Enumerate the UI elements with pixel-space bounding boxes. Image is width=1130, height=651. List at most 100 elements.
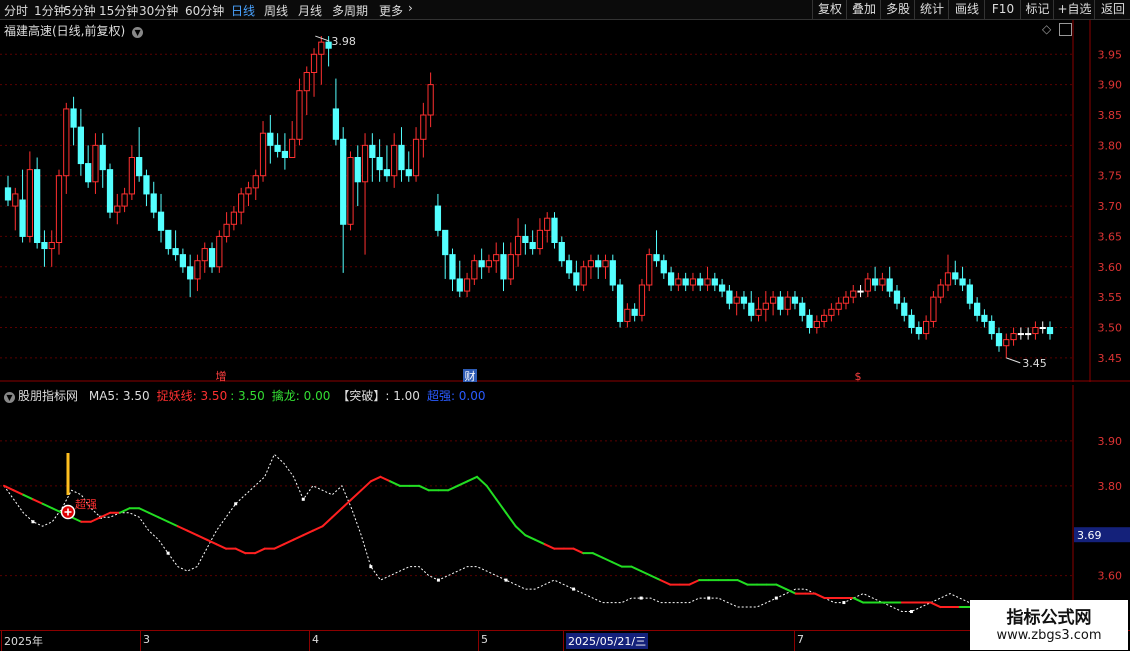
period-toolbar: 分时 1分钟 5分钟 15分钟 30分钟 60分钟 日线 周线 月线 多周期 更多 › 复权 叠加 多股 统计… — [0, 0, 1130, 20]
dotted-line-node — [234, 502, 238, 506]
date-label-2: 4 — [312, 633, 319, 646]
candle-body — [835, 302, 842, 310]
ma-segment — [524, 534, 536, 541]
period-tab-6[interactable]: 日线 — [231, 2, 255, 19]
high-price-label: 3.98 — [331, 35, 356, 48]
candle-body — [631, 308, 638, 316]
candle-body — [514, 235, 522, 256]
candle-body — [755, 308, 762, 316]
ma-segment — [282, 538, 295, 546]
indicator-value-5: 超强: 0.00 — [426, 389, 486, 403]
period-tab-9[interactable]: 多周期 — [332, 2, 368, 19]
candle-body — [777, 296, 784, 310]
date-label-0: 2025年 — [4, 635, 43, 648]
candle-body — [143, 175, 150, 195]
ma-segment — [630, 565, 643, 573]
candle-body — [165, 229, 172, 250]
ma-segment — [572, 547, 585, 555]
ma-segment — [89, 516, 102, 523]
candle-body — [172, 248, 179, 256]
indicator-chart[interactable]: 3.90 3.80 3.60 3.69 超强 — [0, 385, 1130, 630]
period-tab-10[interactable]: 更多 — [379, 2, 403, 19]
dotted-line-node — [707, 596, 711, 600]
chevron-down-icon[interactable]: ▼ — [132, 27, 144, 38]
candle-body — [485, 260, 493, 268]
panel-toggle-icon[interactable] — [1059, 23, 1072, 36]
candle-body — [1010, 333, 1017, 341]
candle-body — [230, 211, 238, 225]
indicator-header: ▼ 股朋指标网 MA5: 3.50 捉妖线: 3.50: 3.50 擒龙: 0.00 【… — [4, 387, 486, 404]
event-marker-2[interactable]: $ — [855, 370, 862, 383]
candle-body — [318, 41, 325, 55]
candle-body — [70, 108, 77, 128]
ma-segment — [775, 583, 787, 591]
toolbar-button-0[interactable]: 复权 — [812, 0, 847, 19]
candle-body — [4, 187, 12, 201]
candle-body — [784, 296, 791, 310]
toolbar-button-3[interactable]: 统计 — [914, 0, 949, 19]
period-tab-0[interactable]: 分时 — [4, 2, 28, 19]
ma-segment — [466, 475, 479, 483]
candle-body — [799, 302, 806, 316]
period-tab-2[interactable]: 5分钟 — [64, 2, 96, 19]
indicator-tick-label: 3.60 — [1098, 570, 1123, 583]
candle-body — [624, 308, 631, 322]
toolbar-button-7[interactable]: +自选 — [1053, 0, 1095, 19]
ma-segment — [302, 529, 314, 537]
period-tab-1[interactable]: 1分钟 — [34, 2, 66, 19]
candle-body — [391, 144, 398, 177]
period-tab-3[interactable]: 15分钟 — [99, 2, 138, 19]
chevron-down-icon[interactable]: ▼ — [4, 392, 15, 403]
candle-body — [434, 205, 442, 231]
toolbar-button-4[interactable]: 画线 — [948, 0, 985, 19]
date-separator — [794, 631, 795, 651]
ma-segment — [485, 484, 498, 501]
period-tab-8[interactable]: 月线 — [298, 2, 322, 19]
ma-segment — [591, 552, 604, 559]
candle-body — [544, 217, 551, 231]
ma-segment — [22, 493, 34, 501]
diamond-icon[interactable]: ◇ — [1042, 22, 1051, 36]
candle-body — [1003, 339, 1010, 347]
ma-segment — [688, 579, 701, 586]
toolbar-button-5[interactable]: F10 — [984, 0, 1021, 19]
period-tab-5[interactable]: 60分钟 — [185, 2, 224, 19]
candle-body — [478, 260, 485, 268]
period-tab-7[interactable]: 周线 — [264, 2, 288, 19]
candlestick-chart[interactable]: 3.95 3.90 3.85 3.80 3.75 3.70 3.65 3.60 3.55 3.50… — [0, 20, 1130, 383]
candle-body — [974, 302, 981, 316]
ma-segment — [611, 561, 623, 568]
candle-body — [347, 157, 354, 225]
main-chart-panel: 3.95 3.90 3.85 3.80 3.75 3.70 3.65 3.60 3.55 3.50… — [0, 20, 1130, 383]
dotted-line-node — [301, 497, 305, 501]
candle-body — [245, 187, 252, 195]
candle-body — [19, 199, 26, 237]
period-tab-4[interactable]: 30分钟 — [139, 2, 178, 19]
candle-body — [383, 169, 391, 177]
candle-body — [223, 223, 230, 237]
toolbar-button-8[interactable]: 返回 — [1094, 0, 1130, 19]
ma-segment — [649, 574, 662, 582]
candle-body — [1017, 333, 1024, 336]
candle-body — [442, 229, 449, 256]
candle-body — [77, 126, 84, 165]
chevron-right-icon[interactable]: › — [408, 1, 413, 15]
candle-body — [908, 314, 915, 329]
candle-body — [682, 278, 689, 286]
candle-body — [697, 278, 704, 286]
event-marker-1[interactable]: 财 — [465, 369, 476, 383]
candle-body — [609, 260, 616, 286]
ma-segment — [505, 511, 517, 528]
candle-body — [48, 242, 55, 250]
candle-body — [252, 175, 259, 189]
candle-body — [493, 254, 500, 262]
dotted-line-node — [436, 578, 440, 582]
ma-segment — [331, 507, 343, 519]
toolbar-button-6[interactable]: 标记 — [1020, 0, 1054, 19]
ma-segment — [99, 511, 112, 519]
ma-segment — [495, 498, 507, 514]
ma-segment — [456, 480, 469, 487]
event-marker-0[interactable]: 增 — [216, 369, 227, 383]
toolbar-button-1[interactable]: 叠加 — [846, 0, 881, 19]
toolbar-button-2[interactable]: 多股 — [880, 0, 915, 19]
